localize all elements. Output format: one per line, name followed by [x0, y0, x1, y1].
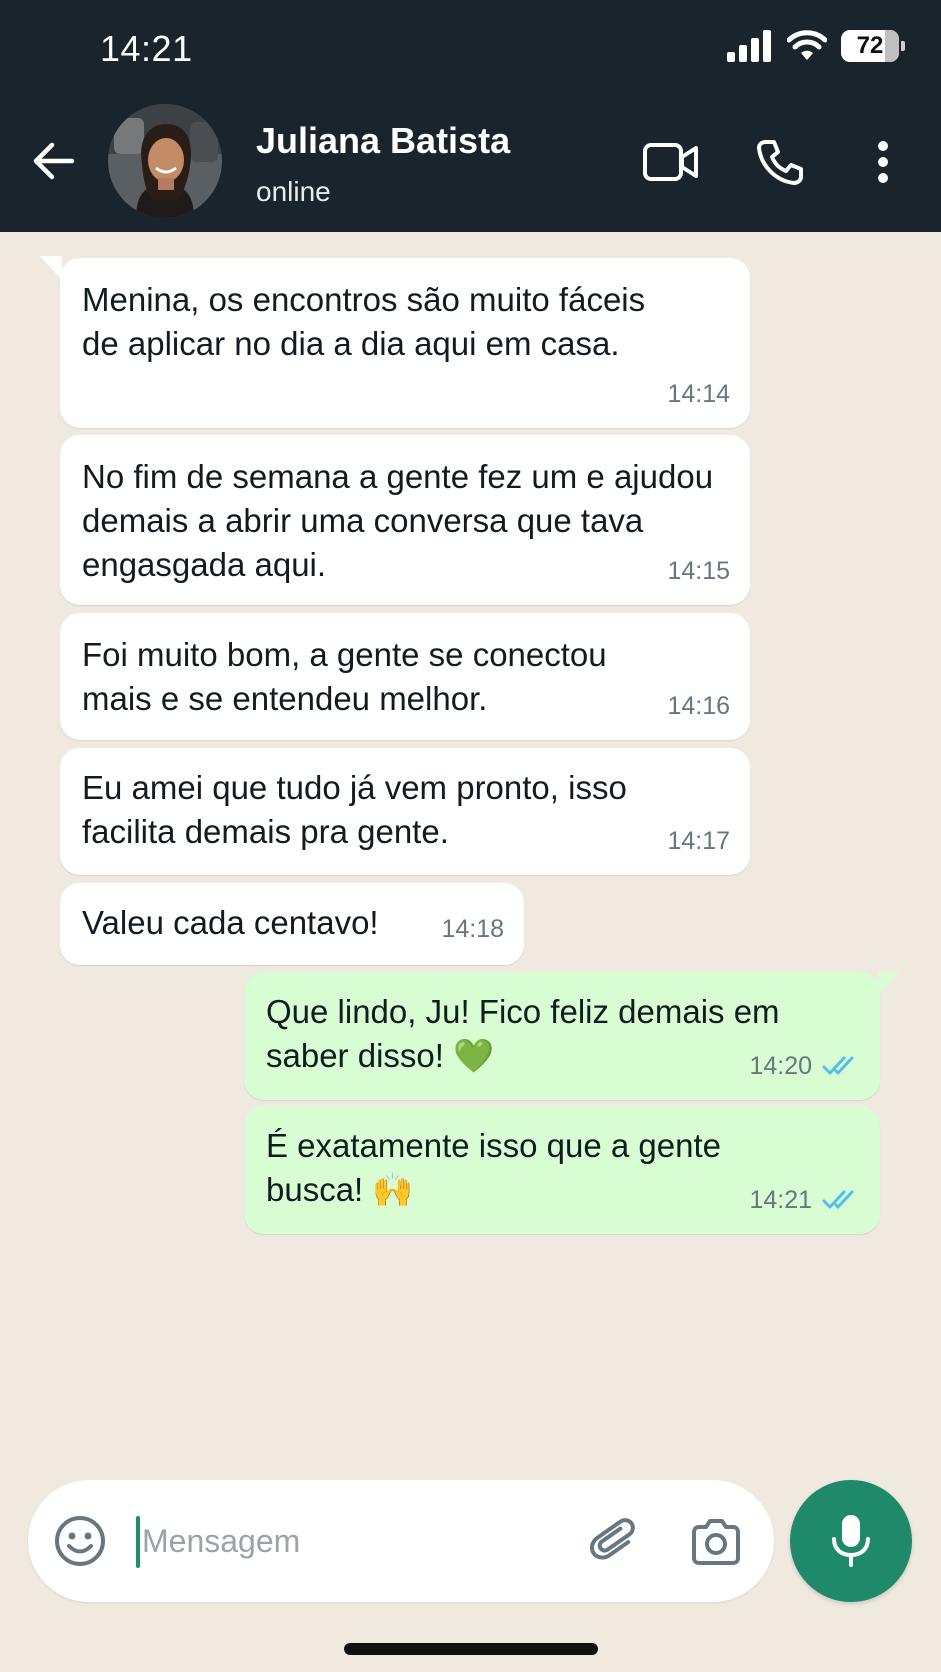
contact-name[interactable]: Juliana Batista: [256, 120, 510, 162]
message-incoming[interactable]: No fim de semana a gente fez um e ajudou…: [60, 435, 750, 605]
bubble-tail: [40, 256, 62, 280]
message-text: Menina, os encontros são muito fáceis de…: [82, 281, 646, 362]
message-time: 14:16: [667, 692, 730, 720]
message-meta: 14:16: [667, 684, 730, 728]
message-outgoing[interactable]: É exatamente isso que a gente busca! 🙌 1…: [244, 1106, 880, 1234]
voice-message-button[interactable]: [790, 1480, 912, 1602]
status-time: 14:21: [100, 28, 193, 69]
message-meta: 14:20: [749, 1044, 860, 1088]
message-meta: 14:21: [749, 1178, 860, 1222]
message-text: Eu amei que tudo já vem pronto, isso fac…: [82, 769, 627, 850]
voice-call-button[interactable]: [754, 134, 806, 190]
more-options-button[interactable]: [868, 134, 898, 190]
message-time: 14:17: [667, 827, 730, 855]
video-call-button[interactable]: [640, 134, 702, 190]
message-meta: 14:15: [667, 549, 730, 593]
message-meta: 14:17: [667, 819, 730, 863]
message-incoming[interactable]: Valeu cada centavo! 14:18: [60, 883, 524, 965]
bubble-tail: [878, 972, 900, 996]
message-time: 14:18: [441, 915, 504, 943]
message-time: 14:20: [749, 1052, 812, 1080]
message-incoming[interactable]: Menina, os encontros são muito fáceis de…: [60, 258, 750, 428]
text-cursor: [136, 1516, 140, 1568]
read-receipt-icon: [822, 1056, 854, 1075]
message-input[interactable]: [142, 1510, 442, 1572]
message-text: No fim de semana a gente fez um e ajudou…: [82, 458, 714, 583]
back-arrow-icon: [33, 142, 75, 180]
message-text: É exatamente isso que a gente busca! 🙌: [266, 1127, 721, 1208]
status-icons: 72: [727, 30, 905, 62]
message-list: Menina, os encontros são muito fáceis de…: [0, 232, 941, 1472]
read-receipt-icon: [822, 1190, 854, 1209]
video-call-icon: [643, 143, 698, 181]
battery-level: 72: [856, 32, 884, 59]
camera-icon: [692, 1519, 740, 1565]
paperclip-icon: [589, 1518, 635, 1560]
home-indicator[interactable]: [344, 1643, 598, 1655]
emoji-icon: [55, 1516, 105, 1566]
contact-avatar[interactable]: [108, 104, 222, 218]
chat-screen: 14:21 72 Juliana Batista online Menina, …: [0, 0, 941, 1672]
emoji-button[interactable]: [52, 1513, 108, 1569]
message-incoming[interactable]: Eu amei que tudo já vem pronto, isso fac…: [60, 748, 750, 875]
attach-button[interactable]: [588, 1514, 644, 1570]
contact-status: online: [256, 176, 331, 207]
back-button[interactable]: [28, 136, 78, 186]
message-text: Foi muito bom, a gente se conectou mais …: [82, 636, 607, 717]
message-time: 14:14: [667, 380, 730, 408]
message-composer: [28, 1480, 774, 1602]
message-meta: 14:18: [441, 907, 504, 951]
phone-icon: [757, 140, 803, 185]
message-meta: 14:14: [667, 372, 730, 416]
message-outgoing[interactable]: Que lindo, Ju! Fico feliz demais em sabe…: [244, 972, 880, 1100]
wifi-icon: [787, 30, 827, 60]
message-incoming[interactable]: Foi muito bom, a gente se conectou mais …: [60, 613, 750, 740]
more-vertical-icon: [878, 141, 888, 183]
signal-icon: [727, 30, 771, 62]
avatar-photo-icon: [108, 104, 222, 218]
battery-indicator: 72: [841, 30, 905, 62]
microphone-icon: [832, 1515, 870, 1567]
message-time: 14:21: [749, 1186, 812, 1214]
message-time: 14:15: [667, 557, 730, 585]
chat-header: 14:21 72 Juliana Batista online: [0, 0, 941, 232]
camera-button[interactable]: [688, 1514, 744, 1570]
